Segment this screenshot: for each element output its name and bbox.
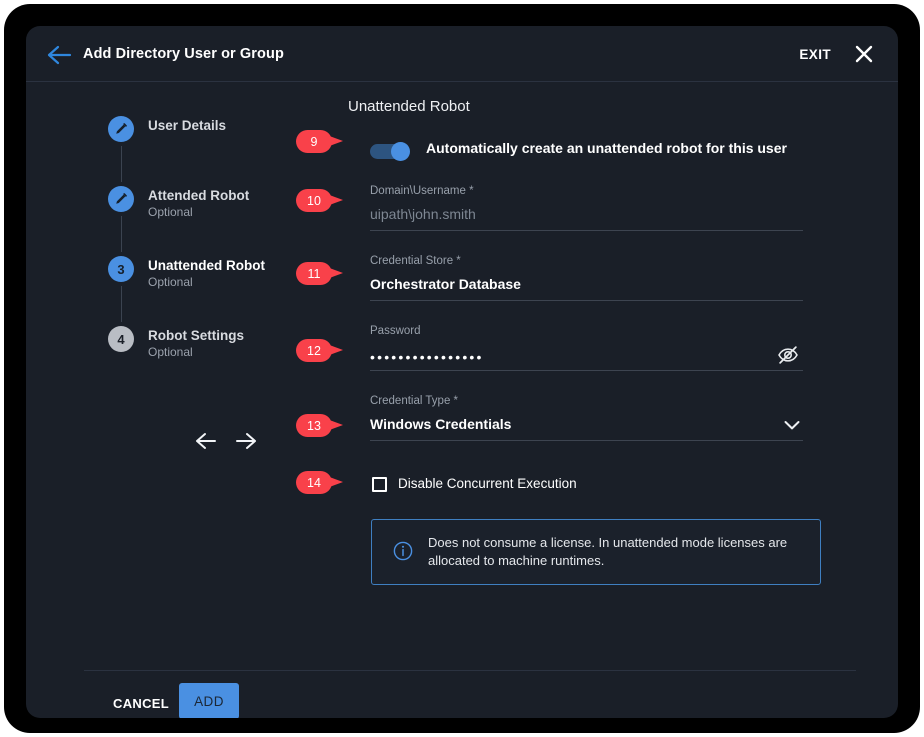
step-2-circle[interactable] (108, 186, 134, 212)
unattended-robot-form: Unattended Robot Automatically create an… (348, 98, 824, 585)
license-info-text: Does not consume a license. In unattende… (428, 534, 804, 570)
dialog-header: Add Directory User or Group EXIT (26, 26, 898, 82)
step-sublabel: Optional (148, 275, 265, 290)
sidebar-item-attended-robot[interactable]: Attended Robot Optional (108, 186, 308, 256)
add-directory-user-dialog: Add Directory User or Group EXIT (26, 26, 898, 718)
step-label: Robot Settings (148, 327, 244, 344)
field-label: Domain\Username * (370, 185, 803, 197)
cancel-button[interactable]: CANCEL (99, 687, 183, 718)
step-connector (121, 216, 122, 252)
checkbox-label: Disable Concurrent Execution (398, 476, 577, 491)
pencil-icon (114, 122, 128, 136)
field-label: Credential Store * (370, 255, 803, 267)
exit-button[interactable]: EXIT (799, 47, 831, 62)
step-sublabel: Optional (148, 345, 244, 360)
password-field: Password •••••••••••••••• (348, 325, 803, 371)
pencil-icon (114, 192, 128, 206)
auto-create-robot-label: Automatically create an unattended robot… (426, 140, 787, 156)
sidebar-item-unattended-robot[interactable]: 3 Unattended Robot Optional (108, 256, 308, 326)
field-value: Windows Credentials (370, 416, 511, 432)
sidebar-item-robot-settings[interactable]: 4 Robot Settings Optional (108, 326, 308, 396)
field-value: Orchestrator Database (370, 276, 521, 292)
step-3-circle[interactable]: 3 (108, 256, 134, 282)
credential-type-select[interactable]: Windows Credentials (370, 414, 803, 441)
chevron-down-icon[interactable] (783, 418, 801, 432)
arrow-left-icon[interactable] (193, 428, 219, 454)
sidebar-item-user-details[interactable]: User Details (108, 116, 308, 186)
step-sublabel: Optional (148, 205, 249, 220)
field-label: Credential Type * (370, 395, 803, 407)
add-button[interactable]: ADD (179, 683, 239, 718)
wizard-stepper: User Details Attended Robot Optional 3 (108, 116, 308, 396)
credential-store-field: Credential Store * Orchestrator Database (348, 255, 803, 301)
back-arrow-icon[interactable] (46, 44, 72, 66)
credential-store-input[interactable]: Orchestrator Database (370, 274, 803, 301)
domain-username-input[interactable]: uipath\john.smith (370, 204, 803, 231)
step-label: Unattended Robot (148, 257, 265, 274)
close-x-icon[interactable] (853, 43, 875, 65)
auto-create-robot-row: Automatically create an unattended robot… (348, 137, 824, 167)
domain-username-field: Domain\Username * uipath\john.smith (348, 185, 803, 231)
stepper-nav (193, 428, 273, 460)
step-connector (121, 146, 122, 182)
disable-concurrent-execution-checkbox[interactable] (372, 477, 387, 492)
field-placeholder: uipath\john.smith (370, 206, 476, 222)
window-bezel: Add Directory User or Group EXIT (4, 4, 920, 733)
footer-divider (84, 670, 856, 671)
page-title: Add Directory User or Group (83, 46, 284, 62)
disable-concurrent-execution-row: Disable Concurrent Execution (348, 475, 824, 501)
toggle-knob (391, 142, 410, 161)
eye-off-icon[interactable] (777, 344, 799, 366)
field-label: Password (370, 325, 803, 337)
step-connector (121, 286, 122, 322)
info-circle-icon (393, 541, 413, 561)
auto-create-robot-toggle[interactable] (370, 142, 414, 161)
license-info-box: Does not consume a license. In unattende… (371, 519, 821, 585)
step-4-circle[interactable]: 4 (108, 326, 134, 352)
credential-type-field: Credential Type * Windows Credentials (348, 395, 803, 441)
arrow-right-icon[interactable] (233, 428, 259, 454)
step-label: Attended Robot (148, 187, 249, 204)
step-1-circle[interactable] (108, 116, 134, 142)
password-input[interactable]: •••••••••••••••• (370, 344, 803, 371)
section-title: Unattended Robot (348, 98, 824, 115)
field-masked-value: •••••••••••••••• (370, 349, 484, 365)
step-label: User Details (148, 117, 226, 134)
